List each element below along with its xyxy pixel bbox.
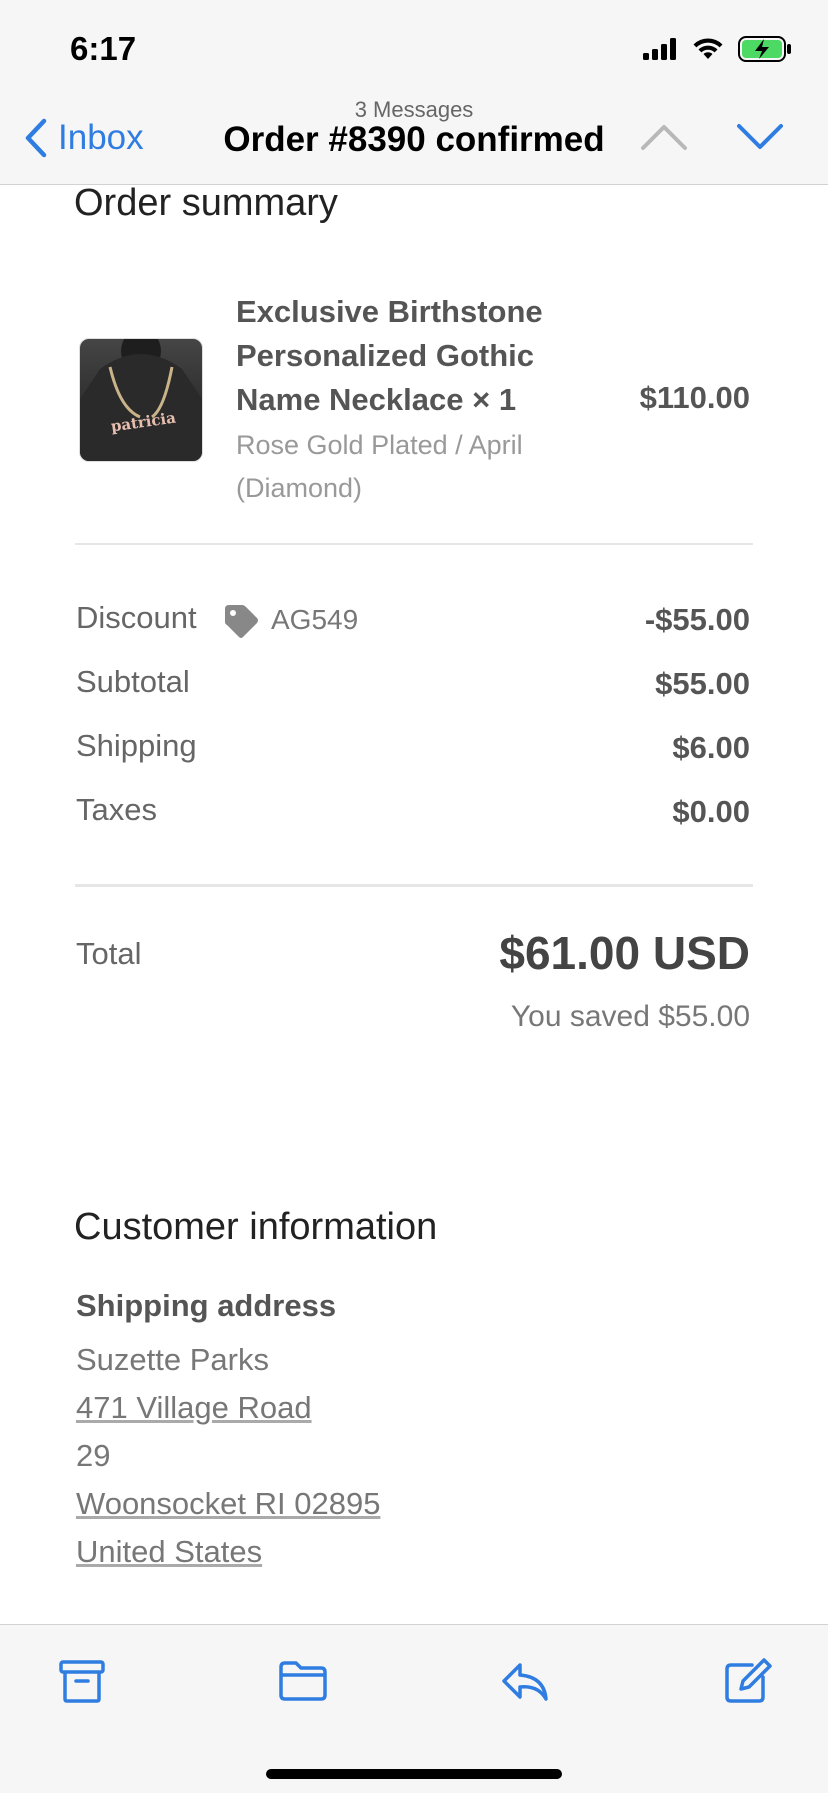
discount-tag-icon [225, 605, 258, 638]
battery-charging-icon [738, 36, 791, 62]
savings-note: You saved $55.00 [510, 1000, 750, 1033]
divider [75, 884, 753, 887]
previous-message-chevron-up-icon[interactable] [640, 122, 688, 152]
discount-value: -$55.00 [644, 602, 750, 637]
product-name: Exclusive Birthstone Personalized Gothic… [236, 294, 543, 417]
cellular-signal-icon [643, 38, 676, 60]
total-label: Total [76, 936, 142, 971]
address-city-link[interactable]: Woonsocket RI 02895 [76, 1486, 380, 1522]
discount-label: Discount [76, 600, 197, 635]
address-unit: 29 [76, 1438, 111, 1473]
address-country-link[interactable]: United States [76, 1534, 262, 1570]
taxes-value: $0.00 [672, 794, 750, 829]
taxes-label: Taxes [76, 792, 157, 827]
address-name: Suzette Parks [76, 1342, 269, 1377]
email-subject-title: Order #8390 confirmed [223, 120, 605, 159]
home-indicator[interactable] [266, 1769, 562, 1779]
address-street-link[interactable]: 471 Village Road [76, 1390, 312, 1426]
product-image: patricia [79, 338, 203, 462]
status-icons [642, 34, 792, 64]
navigation-header: 6:17 Inbox 3 Messages Order #8390 confir… [0, 0, 828, 185]
folder-icon[interactable] [278, 1657, 328, 1705]
status-time: 6:17 [70, 30, 137, 67]
mail-toolbar [0, 1624, 828, 1793]
customer-information-heading: Customer information [74, 1206, 438, 1248]
total-value: $61.00 USD [499, 927, 750, 979]
shipping-address-heading: Shipping address [76, 1288, 337, 1323]
product-variant: Rose Gold Plated / April (Diamond) [236, 430, 523, 503]
next-message-chevron-down-icon[interactable] [736, 122, 784, 152]
product-price: $110.00 [639, 380, 750, 415]
email-body: Order summary patricia Exclusive Birthst… [0, 184, 828, 1624]
order-summary-heading: Order summary [74, 184, 338, 224]
archive-icon[interactable] [57, 1657, 107, 1705]
divider [75, 543, 753, 545]
subtotal-label: Subtotal [76, 664, 190, 699]
subtotal-value: $55.00 [655, 666, 750, 701]
necklace-product-photo: patricia [80, 339, 202, 461]
compose-icon[interactable] [722, 1657, 772, 1705]
discount-code: AG549 [271, 604, 359, 635]
reply-icon[interactable] [500, 1657, 550, 1705]
shipping-value: $6.00 [672, 730, 750, 765]
shipping-label: Shipping [76, 728, 197, 763]
wifi-icon [693, 38, 723, 59]
